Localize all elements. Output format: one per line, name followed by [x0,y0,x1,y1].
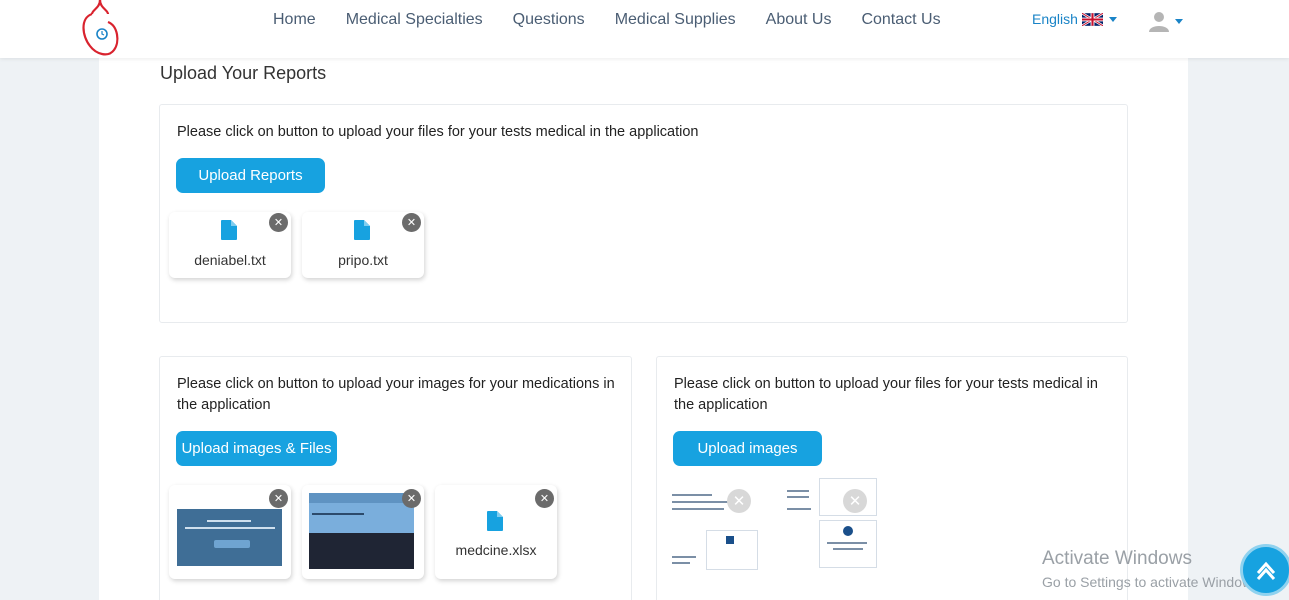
reports-card: Please click on button to upload your fi… [159,104,1128,323]
nav-medical-supplies[interactable]: Medical Supplies [615,11,736,29]
language-dropdown[interactable]: English [1032,11,1117,27]
file-name: deniabel.txt [194,252,266,268]
nav-medical-specialties[interactable]: Medical Specialties [346,11,483,29]
image-thumbnail [785,478,879,570]
user-avatar-icon [1149,12,1169,32]
upload-images-files-button[interactable]: Upload images & Files [176,431,337,466]
language-label: English [1032,11,1078,27]
file-name: medcine.xlsx [455,542,537,558]
medications-instructions: Please click on button to upload your im… [177,376,615,413]
windows-activation-subtitle: Go to Settings to activate Windows. [1042,574,1263,590]
chevron-up-icon [1256,561,1276,580]
medications-card: Please click on button to upload your im… [159,356,632,600]
uploaded-image-tile: ✕ [302,485,424,579]
main-content: Upload Your Reports Please click on butt… [99,58,1188,600]
remove-file-button[interactable]: ✕ [843,489,867,513]
image-thumbnail [177,509,282,566]
user-menu[interactable] [1148,10,1183,32]
file-icon [354,220,370,240]
image-thumbnail [309,493,414,569]
file-name: pripo.txt [338,252,388,268]
logo-stethoscope-icon[interactable] [78,0,122,58]
main-nav: Home Medical Specialties Questions Medic… [258,0,956,40]
uploaded-file-tile: medcine.xlsx ✕ [435,485,557,579]
nav-contact-us[interactable]: Contact Us [861,11,940,29]
uk-flag-icon [1081,12,1103,26]
windows-activation-title: Activate Windows [1042,548,1192,569]
tests-instructions: Please click on button to upload your fi… [674,376,1098,413]
remove-file-button[interactable]: ✕ [402,489,421,508]
chevron-down-icon [1175,18,1183,24]
remove-file-button[interactable]: ✕ [402,213,421,232]
nav-about-us[interactable]: About Us [766,11,832,29]
chevron-down-icon [1108,16,1117,22]
upload-images-button[interactable]: Upload images [673,431,822,466]
uploaded-image-tile: ✕ [169,485,291,579]
file-icon [487,511,503,531]
scroll-to-top-button[interactable] [1240,544,1289,596]
remove-file-button[interactable]: ✕ [535,489,554,508]
uploaded-file-tile: deniabel.txt ✕ [169,212,291,278]
remove-file-button[interactable]: ✕ [727,489,751,513]
page-title: Upload Your Reports [160,63,327,83]
top-navbar: Home Medical Specialties Questions Medic… [0,0,1289,58]
remove-file-button[interactable]: ✕ [269,489,288,508]
nav-home[interactable]: Home [273,11,316,29]
uploaded-file-tile: pripo.txt ✕ [302,212,424,278]
file-icon [221,220,237,240]
nav-questions[interactable]: Questions [513,11,585,29]
upload-reports-button[interactable]: Upload Reports [176,158,325,193]
remove-file-button[interactable]: ✕ [269,213,288,232]
reports-instructions: Please click on button to upload your fi… [177,124,699,140]
